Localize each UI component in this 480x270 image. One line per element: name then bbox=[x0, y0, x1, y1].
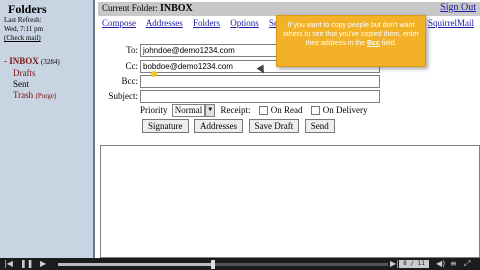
cc-row: Cc: bbox=[98, 60, 139, 73]
on-read-checkbox[interactable] bbox=[258, 106, 268, 116]
tooltip-text-after: field. bbox=[379, 40, 397, 47]
forward-icon[interactable]: ▶| bbox=[390, 260, 399, 268]
to-row: To: bbox=[98, 44, 138, 57]
addresses-button[interactable]: Addresses bbox=[194, 119, 243, 133]
top-menu: Compose Addresses Folders Options Se bbox=[102, 18, 286, 28]
last-refresh-time: Wed, 7:11 pm bbox=[4, 25, 44, 33]
on-delivery-checkbox[interactable] bbox=[310, 106, 320, 116]
subject-row: Subject: bbox=[98, 90, 139, 103]
subject-label: Subject: bbox=[108, 91, 139, 101]
to-label: To: bbox=[126, 45, 138, 55]
last-refresh: Last Refresh: Wed, 7:11 pm (Check mail) bbox=[4, 16, 43, 43]
mouse-cursor-highlight bbox=[151, 71, 157, 77]
to-field[interactable]: johndoe@demo1234.com bbox=[140, 44, 278, 57]
check-mail-link[interactable]: (Check mail) bbox=[4, 34, 43, 43]
send-button[interactable]: Send bbox=[304, 119, 335, 133]
folders-title: Folders bbox=[8, 2, 47, 16]
priority-select[interactable]: Normal bbox=[171, 104, 206, 117]
folder-trash-label: Trash bbox=[13, 90, 34, 100]
cc-label: Cc: bbox=[125, 61, 139, 71]
chevron-down-icon[interactable]: ▼ bbox=[205, 104, 216, 117]
subject-field[interactable] bbox=[140, 90, 380, 103]
progress-fill bbox=[58, 263, 214, 266]
menu-compose[interactable]: Compose bbox=[102, 18, 136, 28]
menu-folders[interactable]: Folders bbox=[193, 18, 220, 28]
folder-sent-label: Sent bbox=[13, 79, 30, 89]
video-player-bar: |◀ ❚❚ ▶ ▶| 8 / 11 ◀) ≡ ⤢ bbox=[0, 258, 480, 270]
current-folder-label: Current Folder: bbox=[102, 3, 158, 13]
purge-link[interactable]: (Purge) bbox=[35, 92, 56, 100]
tutorial-tooltip: If you want to copy people but don't wan… bbox=[276, 15, 426, 67]
current-folder: Current Folder: INBOX bbox=[102, 3, 193, 14]
sign-out-link[interactable]: Sign Out bbox=[440, 2, 476, 13]
folder-drafts-label: Drafts bbox=[13, 68, 36, 78]
tooltip-text-before: If you want to copy people but don't wan… bbox=[283, 22, 419, 47]
folder-list: - INBOX (3284) Drafts Sent Trash (Purge) bbox=[4, 56, 60, 102]
menu-icon[interactable]: ≡ bbox=[450, 260, 457, 268]
menu-addresses[interactable]: Addresses bbox=[146, 18, 183, 28]
last-refresh-label: Last Refresh: bbox=[4, 16, 42, 24]
progress-knob[interactable] bbox=[211, 260, 216, 269]
inbox-count: (3284) bbox=[41, 58, 60, 66]
progress-track[interactable] bbox=[58, 260, 388, 269]
bcc-field[interactable] bbox=[140, 75, 380, 88]
squirrelmail-link[interactable]: SquirrelMail bbox=[428, 18, 474, 28]
on-read-label: On Read bbox=[270, 105, 303, 115]
folder-drafts[interactable]: Drafts bbox=[4, 68, 60, 79]
fullscreen-icon[interactable]: ⤢ bbox=[464, 260, 470, 268]
message-body[interactable] bbox=[100, 145, 480, 258]
receipt-label: Receipt: bbox=[220, 105, 251, 115]
menu-options[interactable]: Options bbox=[230, 18, 259, 28]
priority-label: Priority bbox=[140, 105, 168, 115]
folder-inbox[interactable]: - INBOX (3284) bbox=[4, 56, 60, 68]
on-delivery-label: On Delivery bbox=[322, 105, 368, 115]
folders-pane: Folders Last Refresh: Wed, 7:11 pm (Chec… bbox=[0, 0, 95, 258]
slide-counter: 8 / 11 bbox=[399, 260, 429, 268]
folder-trash[interactable]: Trash (Purge) bbox=[4, 90, 60, 102]
pause-icon[interactable]: ❚❚ bbox=[20, 260, 33, 268]
volume-icon[interactable]: ◀) bbox=[436, 260, 445, 268]
tooltip-bold: Bcc bbox=[366, 40, 380, 47]
play-icon[interactable]: ▶ bbox=[40, 260, 46, 268]
compose-buttons: Signature Addresses Save Draft Send bbox=[142, 119, 338, 133]
current-folder-name: INBOX bbox=[160, 3, 193, 14]
bcc-row: Bcc: bbox=[98, 75, 139, 88]
folder-header: Current Folder: INBOX Sign Out bbox=[98, 2, 480, 16]
rewind-icon[interactable]: |◀ bbox=[4, 260, 13, 268]
signature-button[interactable]: Signature bbox=[142, 119, 189, 133]
folder-inbox-label: INBOX bbox=[9, 56, 39, 66]
bcc-label: Bcc: bbox=[121, 76, 139, 86]
options-row: Priority Normal ▼ Receipt: On Read On Del… bbox=[140, 104, 368, 117]
save-draft-button[interactable]: Save Draft bbox=[248, 119, 300, 133]
folder-sent[interactable]: Sent bbox=[4, 79, 60, 90]
